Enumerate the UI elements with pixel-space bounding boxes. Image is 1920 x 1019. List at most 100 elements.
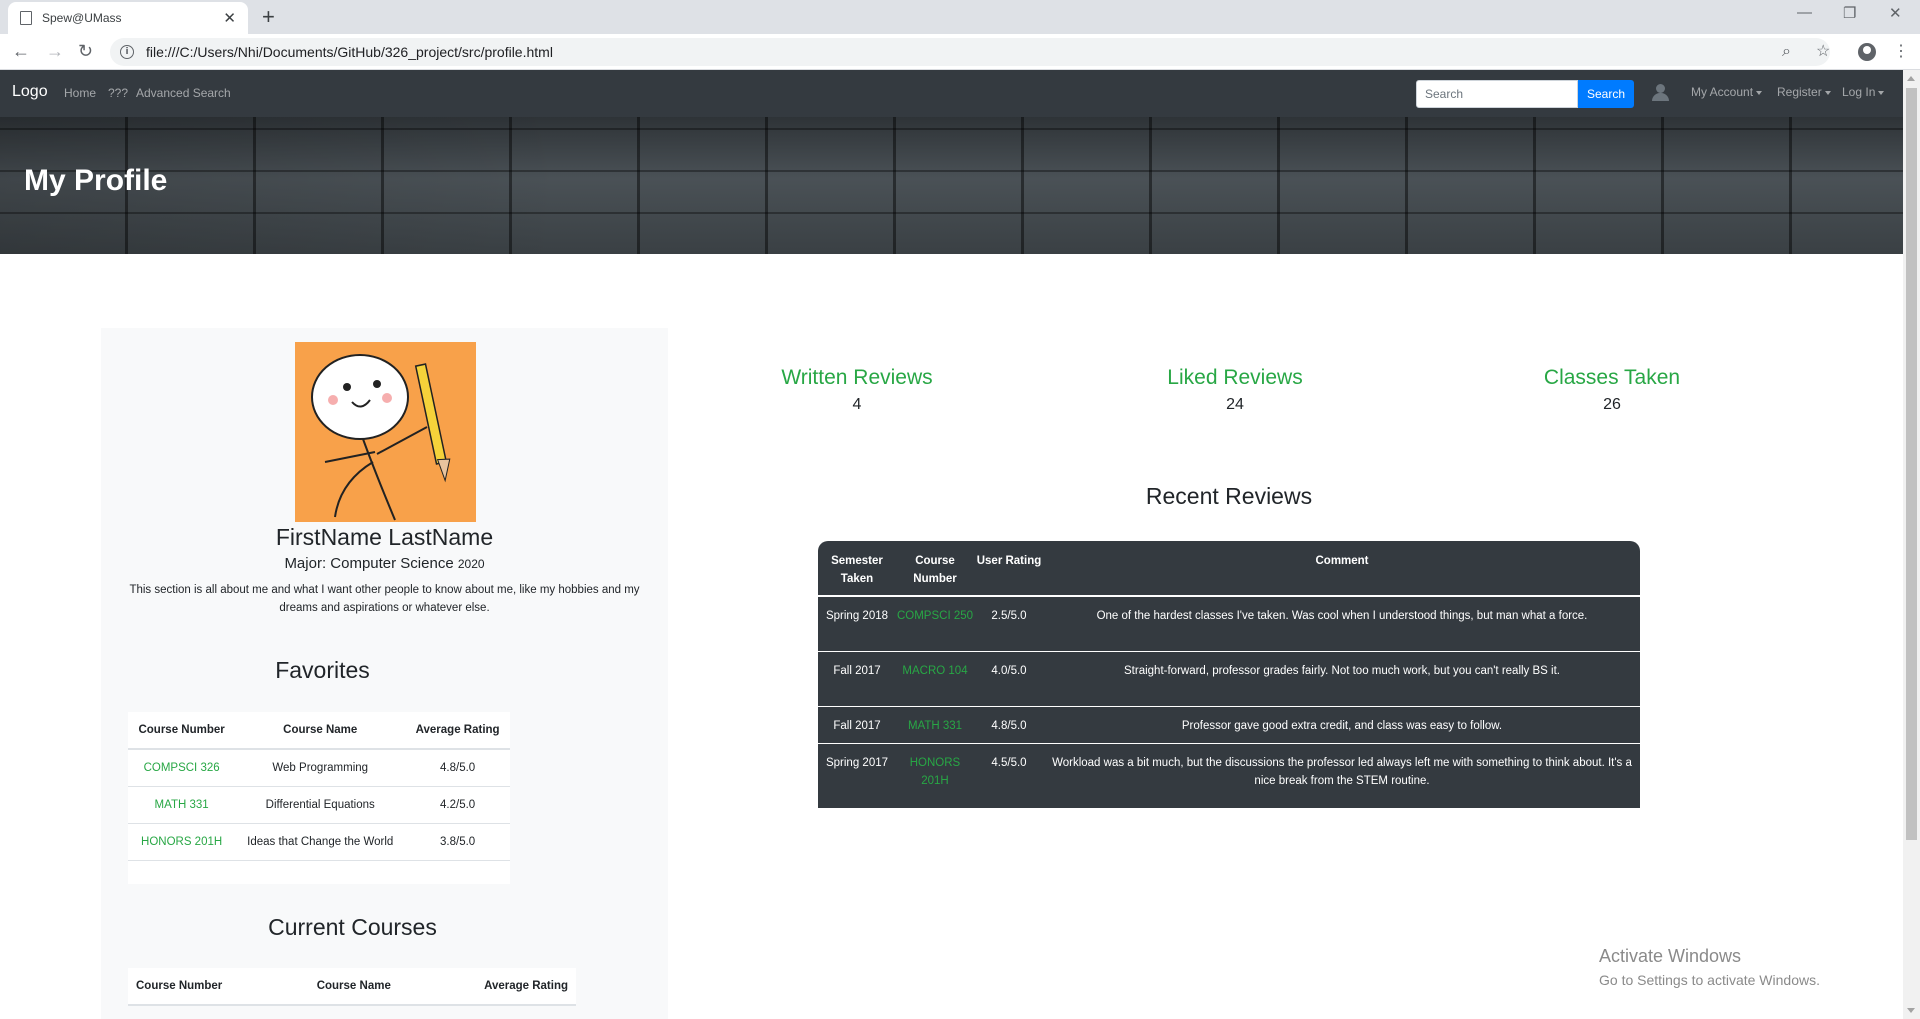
table-row: Fall 2017 MATH 331 4.8/5.0 Professor gav… [818, 706, 1640, 744]
column-header: Course Name [235, 712, 406, 750]
profile-name: FirstName LastName [275, 524, 494, 550]
table-row: Spring 2017 HONORS 201H 4.5/5.0 Workload… [818, 743, 1640, 798]
url-text: file:///C:/Users/Nhi/Documents/GitHub/32… [146, 44, 553, 60]
address-bar[interactable]: i file:///C:/Users/Nhi/Documents/GitHub/… [110, 38, 1830, 66]
stat-liked-reviews-value: 24 [1226, 396, 1244, 413]
recent-reviews-card: Semester Taken Course Number User Rating… [818, 541, 1640, 808]
close-tab-icon[interactable]: ✕ [223, 9, 236, 27]
column-header: User Rating [974, 541, 1044, 597]
user-rating: 4.5/5.0 [991, 756, 1027, 769]
average-rating: 4.2/5.0 [405, 786, 510, 824]
browser-toolbar: ← → ↻ i file:///C:/Users/Nhi/Documents/G… [0, 34, 1920, 70]
course-name: Ideas that Change the World [235, 823, 406, 861]
course-link[interactable]: MATH 331 [128, 786, 236, 824]
current-courses-table: Course Number Course Name Average Rating [128, 968, 576, 1006]
user-rating: 4.0/5.0 [974, 651, 1044, 707]
avatar [295, 342, 476, 522]
info-icon[interactable]: i [120, 45, 134, 59]
scrollbar-thumb[interactable] [1906, 88, 1917, 840]
course-link[interactable]: HONORS 201H [896, 743, 974, 798]
course-link[interactable]: COMPSCI 326 [128, 749, 236, 787]
column-header: Comment [1044, 541, 1640, 597]
stat-written-reviews-label[interactable]: Written Reviews [737, 366, 977, 390]
profile-major: Major: Computer Science 2020 [101, 555, 668, 572]
forward-icon[interactable]: → [46, 40, 64, 62]
register-label: Register [1777, 85, 1822, 99]
average-rating: 3.8/5.0 [405, 823, 510, 861]
browser-tab-strip: Spew@UMass ✕ + — ❐ ✕ [0, 0, 1920, 34]
nav-link-home[interactable]: Home [64, 86, 96, 100]
table-header-row: Course Number Course Name Average Rating [128, 968, 576, 1006]
login-label: Log In [1842, 85, 1876, 99]
favorites-card: Course Number Course Name Average Rating… [128, 712, 510, 884]
stat-liked-reviews-label[interactable]: Liked Reviews [1115, 366, 1355, 390]
browser-tab[interactable]: Spew@UMass ✕ [8, 2, 248, 34]
table-row: COMPSCI 326 Web Programming 4.8/5.0 [128, 749, 510, 787]
course-name: Web Programming [235, 749, 406, 787]
semester-cell: Spring 2018 [818, 596, 896, 652]
table-row: Fall 2017 MACRO 104 4.0/5.0 Straight-for… [818, 651, 1640, 707]
column-header: Course Name [284, 968, 423, 1006]
profile-bio: This section is all about me and what I … [129, 584, 640, 614]
chevron-down-icon [1756, 90, 1763, 95]
recent-reviews-table: Semester Taken Course Number User Rating… [818, 541, 1640, 798]
window-close-icon[interactable]: ✕ [1889, 4, 1902, 22]
hero-banner: My Profile [0, 117, 1903, 254]
table-header-row: Course Number Course Name Average Rating [128, 712, 510, 750]
new-tab-icon[interactable]: + [262, 4, 275, 30]
bookmark-star-icon[interactable]: ☆ [1816, 42, 1830, 62]
stat-classes-taken-label[interactable]: Classes Taken [1492, 366, 1732, 390]
nav-link-unknown[interactable]: ??? [108, 86, 128, 100]
profile-account-icon[interactable] [1858, 43, 1876, 61]
page-icon [20, 11, 32, 25]
register-dropdown[interactable]: Register [1777, 85, 1831, 99]
favorites-title: Favorites [275, 657, 370, 683]
grad-year: 2020 [457, 557, 485, 571]
favorites-table: Course Number Course Name Average Rating… [128, 712, 510, 861]
stat-classes-taken-value: 26 [1603, 396, 1621, 413]
recent-reviews-title: Recent Reviews [1145, 483, 1313, 509]
comment-cell: Professor gave good extra credit, and cl… [1044, 706, 1640, 744]
site-navbar: Logo Home ??? Advanced Search Search Sea… [0, 70, 1903, 117]
browser-menu-icon[interactable]: ⋮ [1893, 42, 1909, 62]
table-row: HONORS 201H Ideas that Change the World … [128, 823, 510, 861]
scroll-up-icon[interactable] [1907, 76, 1915, 81]
column-header: Semester Taken [818, 541, 896, 597]
zoom-icon[interactable]: ⌕ [1782, 42, 1791, 62]
table-row: MATH 331 Differential Equations 4.2/5.0 [128, 786, 510, 824]
course-name: Differential Equations [235, 786, 406, 824]
current-courses-title: Current Courses [268, 914, 437, 940]
table-row: Spring 2018 COMPSCI 250 2.5/5.0 One of t… [818, 596, 1640, 652]
course-link[interactable]: HONORS 201H [128, 823, 236, 861]
scroll-down-icon[interactable] [1907, 1008, 1915, 1013]
chevron-down-icon [1878, 90, 1885, 95]
my-account-label: My Account [1691, 85, 1754, 99]
my-account-dropdown[interactable]: My Account [1691, 85, 1763, 99]
vertical-scrollbar[interactable] [1903, 70, 1920, 1019]
semester-cell: Fall 2017 [818, 706, 896, 744]
user-rating: 4.8/5.0 [974, 706, 1044, 744]
user-rating: 2.5/5.0 [974, 596, 1044, 652]
reload-icon[interactable]: ↻ [78, 40, 93, 62]
average-rating: 4.8/5.0 [405, 749, 510, 787]
comment-cell: Workload was a bit much, but the discuss… [1052, 756, 1632, 787]
course-link[interactable]: MACRO 104 [896, 651, 974, 707]
back-icon[interactable]: ← [12, 40, 30, 62]
user-icon [1652, 84, 1669, 101]
column-header: Average Rating [422, 968, 576, 1006]
stat-written-reviews-value: 4 [852, 396, 862, 413]
page-title: My Profile [24, 164, 168, 197]
semester-cell: Spring 2017 [825, 756, 889, 769]
column-header: Course Number [128, 712, 236, 750]
login-dropdown[interactable]: Log In [1842, 85, 1885, 99]
restore-icon[interactable]: ❐ [1843, 4, 1856, 22]
column-header: Course Number [128, 968, 285, 1006]
course-link[interactable]: MATH 331 [896, 706, 974, 744]
search-input[interactable]: Search [1416, 80, 1578, 108]
activate-windows-title: Activate Windows [1599, 946, 1742, 966]
minimize-icon[interactable]: — [1797, 4, 1812, 21]
brand-logo[interactable]: Logo [12, 83, 48, 101]
course-link[interactable]: COMPSCI 250 [896, 596, 974, 652]
nav-link-advanced-search[interactable]: Advanced Search [136, 86, 231, 100]
search-button[interactable]: Search [1578, 80, 1634, 108]
